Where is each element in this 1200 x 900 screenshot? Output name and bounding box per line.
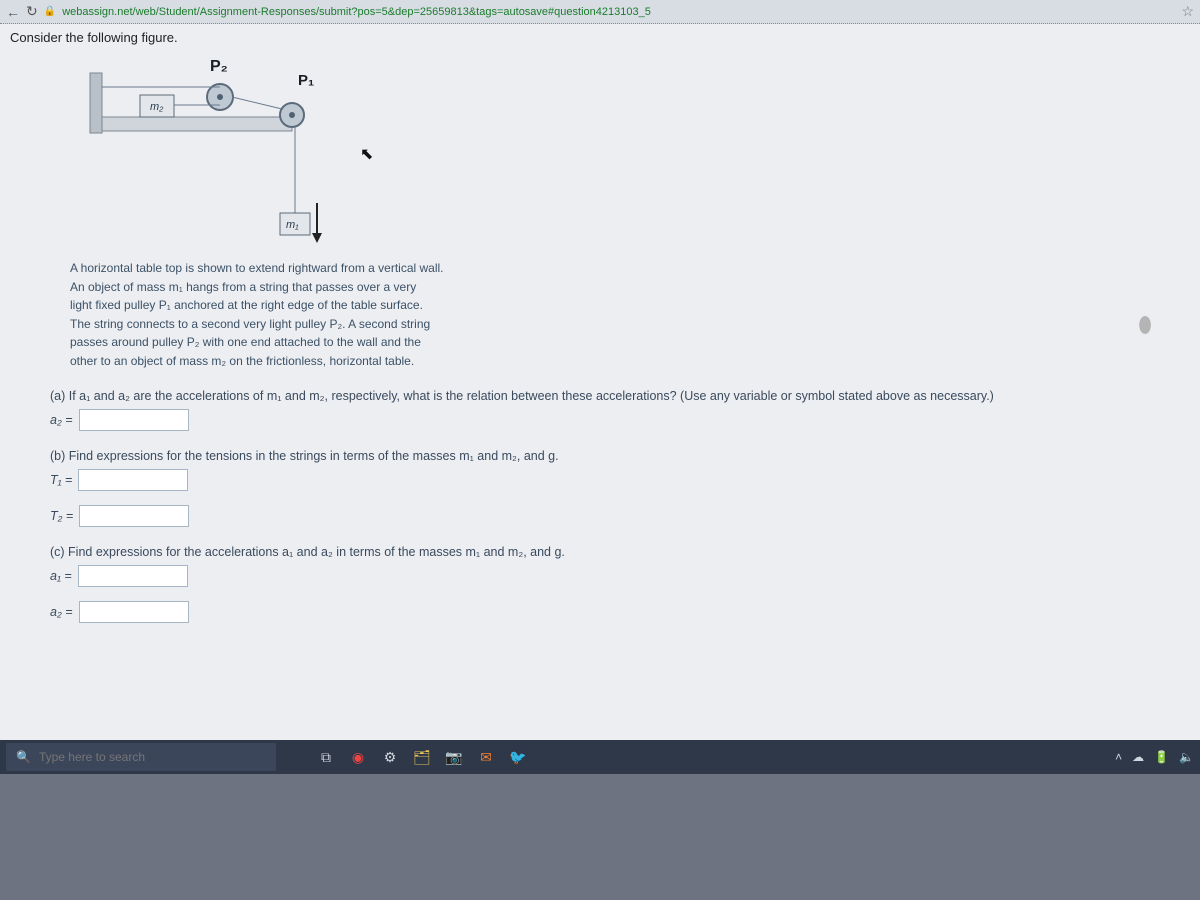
a2c-label: a₂ = [50,605,73,619]
a1-label: a₁ = [50,569,72,583]
desc-line: other to an object of mass m₂ on the fri… [70,352,630,371]
system-tray: ˄ ☁ 🔋 🔈 [1115,750,1194,764]
a2c-input[interactable] [79,601,189,623]
settings-gear-icon[interactable]: ⚙ [376,743,404,771]
cortana-circle-icon[interactable] [280,743,308,771]
figure-description: A horizontal table top is shown to exten… [70,259,630,371]
tray-cloud-icon[interactable]: ☁ [1132,750,1144,764]
a2-label: a₂ = [50,413,73,427]
reload-button[interactable]: ↻ [26,3,38,20]
url-text[interactable]: webassign.net/web/Student/Assignment-Res… [62,6,651,18]
tray-chevron-icon[interactable]: ˄ [1115,750,1122,764]
part-b-text: (b) Find expressions for the tensions in… [50,449,1190,463]
p2-label: P₂ [210,58,228,75]
lock-icon: 🔒 [44,6,56,17]
tray-volume-icon[interactable]: 🔈 [1179,750,1194,764]
desc-line: An object of mass m₁ hangs from a string… [70,278,630,297]
t2-input[interactable] [79,505,189,527]
desc-line: A horizontal table top is shown to exten… [70,259,630,278]
tray-battery-icon[interactable]: 🔋 [1154,750,1169,764]
p1-label: P₁ [298,72,314,89]
a1-input[interactable] [78,565,188,587]
t1-label: T₁ = [50,473,72,487]
physics-figure: m₂ P₂ P₁ m₁ [70,53,370,253]
camera-icon[interactable]: 📷 [440,743,468,771]
desk-surface [0,774,1200,900]
bookmark-star-icon[interactable]: ☆ [1181,3,1194,20]
mail-icon[interactable]: ✉ [472,743,500,771]
browser-address-bar: ← ↻ 🔒 webassign.net/web/Student/Assignme… [0,0,1200,24]
desc-line: passes around pulley P₂ with one end att… [70,333,630,352]
chrome-icon[interactable]: ◉ [344,743,372,771]
windows-taskbar: 🔍 ⧉ ◉ ⚙ 🗂 📷 ✉ 🐦 ˄ ☁ 🔋 🔈 [0,740,1200,774]
taskbar-search-input[interactable] [39,750,266,764]
m2-label: m₂ [150,101,164,113]
taskbar-search[interactable]: 🔍 [6,743,276,771]
part-c-text: (c) Find expressions for the acceleratio… [50,545,1190,559]
m1-label: m₁ [286,219,299,231]
eraser-icon: ⬮ [1138,312,1152,338]
desc-line: light fixed pulley P₁ anchored at the ri… [70,296,630,315]
back-button[interactable]: ← [6,4,20,20]
desc-line: The string connects to a second very lig… [70,315,630,334]
a2-input[interactable] [79,409,189,431]
page-content: Consider the following figure. m₂ P₂ P₁ [0,24,1200,740]
t1-input[interactable] [78,469,188,491]
part-a-text: (a) If a₁ and a₂ are the accelerations o… [50,389,1190,403]
search-icon: 🔍 [16,750,31,764]
question-prompt: Consider the following figure. [10,30,1190,45]
file-explorer-icon[interactable]: 🗂 [408,743,436,771]
t2-label: T₂ = [50,509,73,523]
task-view-icon[interactable]: ⧉ [312,743,340,771]
twitter-icon[interactable]: 🐦 [504,743,532,771]
